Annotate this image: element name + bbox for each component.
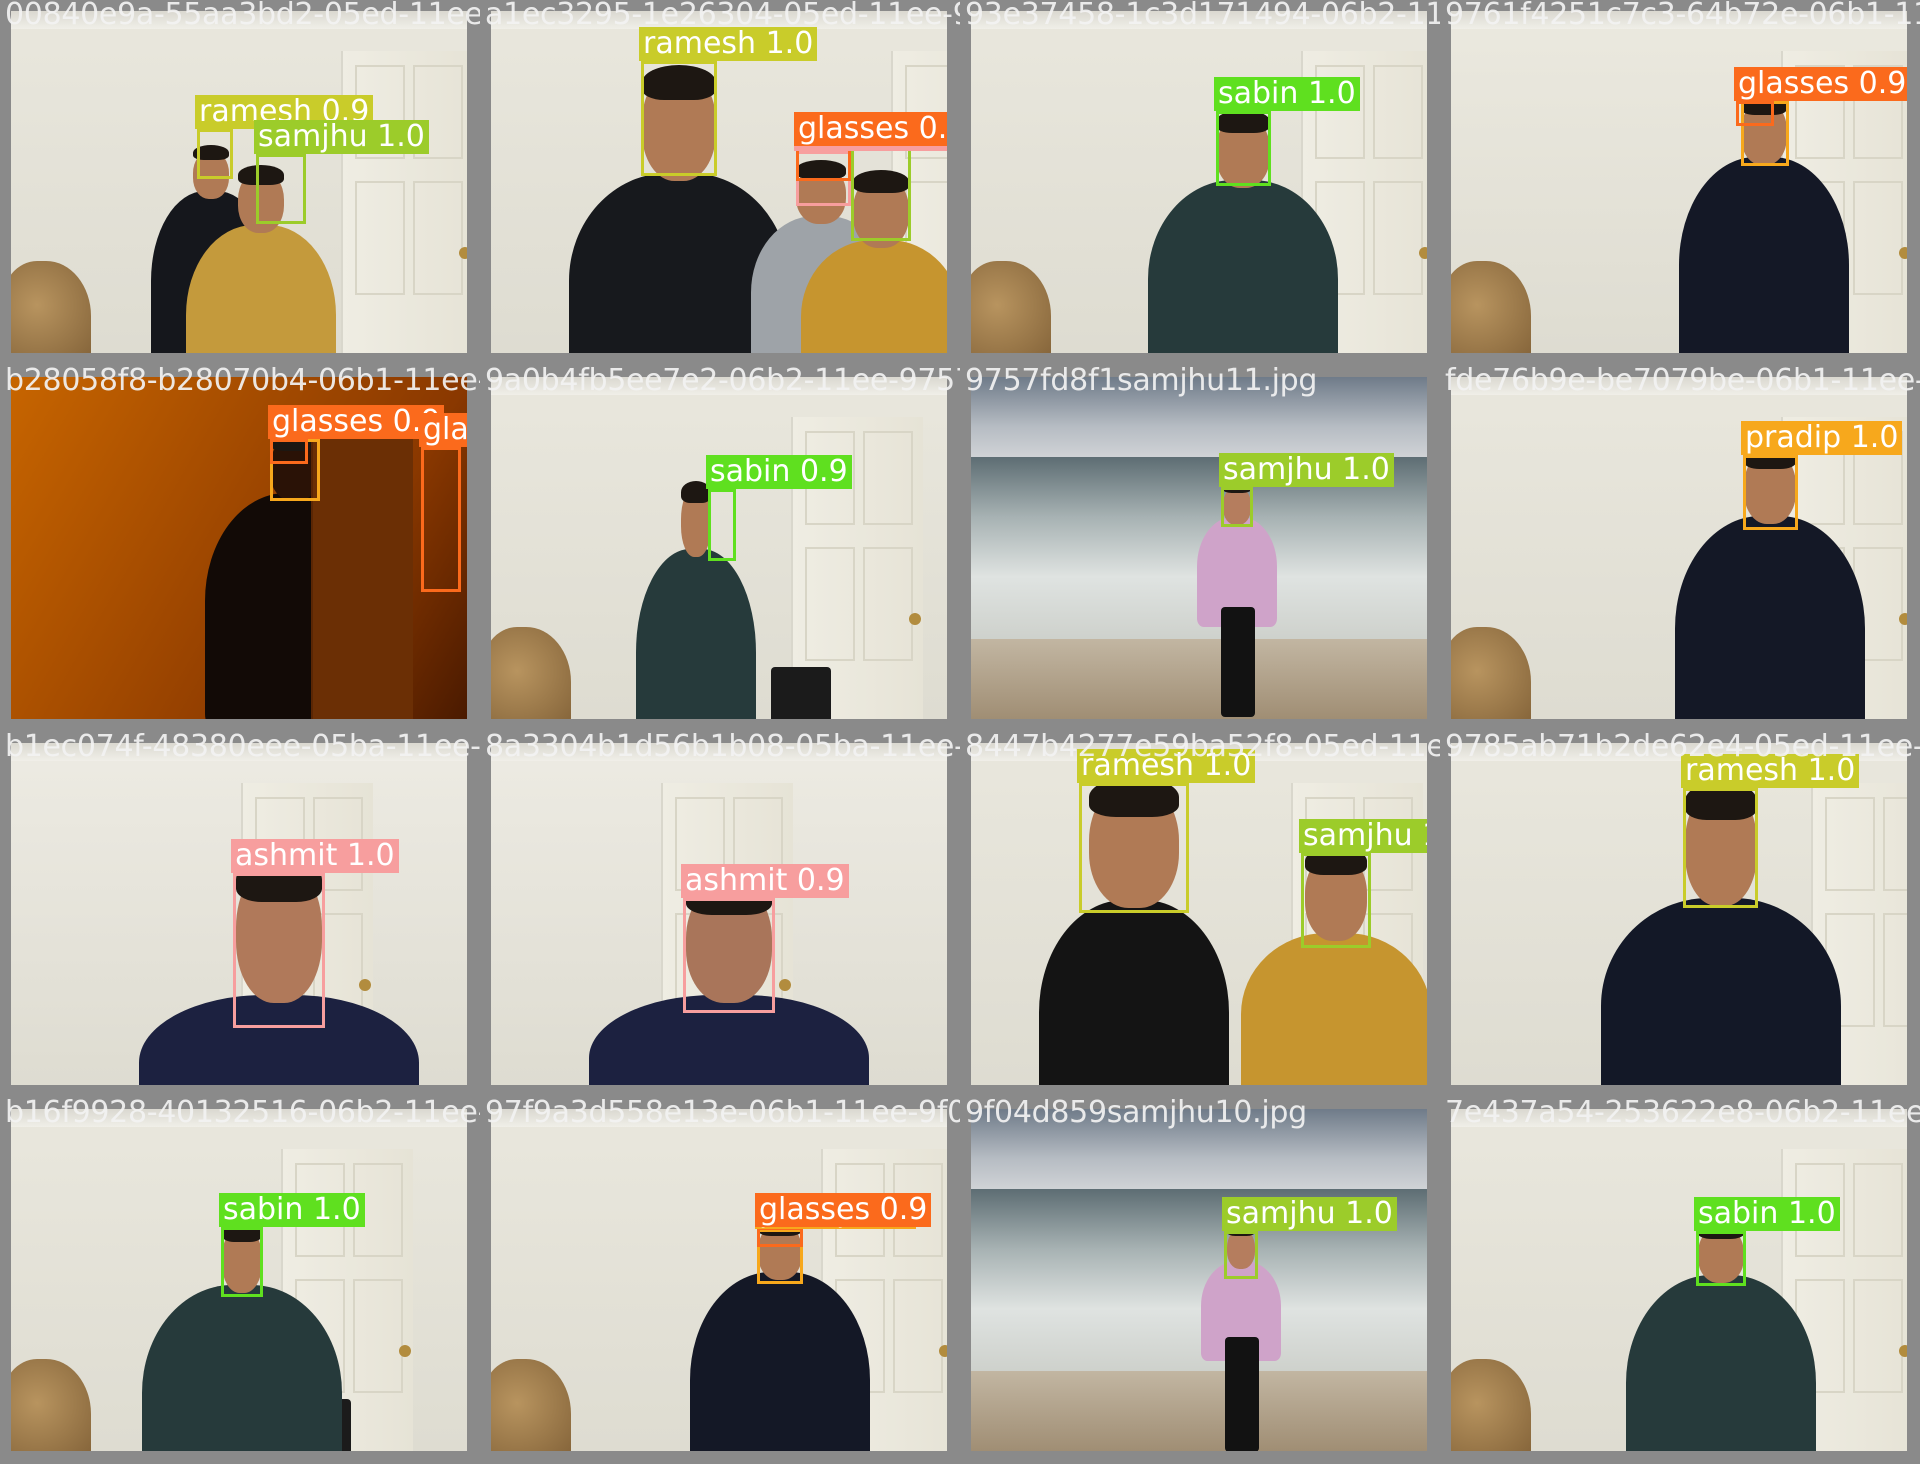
detection-label: glasses 0.9 [755,1193,932,1227]
detection-box-glasses [270,439,308,464]
photo: ramesh 1.0 samjhu 1.0 [971,743,1427,1085]
detection-box-glasses [421,447,461,592]
photo: ramesh 1.0 [1451,743,1907,1085]
detection-label: sabin 0.9 [706,455,852,489]
detection-box-ramesh [197,129,233,179]
image-tile: samjhu 1.0 9757fd8f1samjhu11.jpg [960,366,1440,732]
image-tile: sabin 0.99a0b4fb5ee7e2-06b2-11ee-9757fd8… [480,366,960,732]
detection-box-sabin [1216,111,1271,186]
image-tile: ramesh 1.0samjhu 1.08447b4277e59ba52f8-0… [960,732,1440,1098]
photo: sabin 0.9 [491,377,947,719]
image-tile: pradip 1.0glasses 0.997f9a3d558e13e-06b1… [480,1098,960,1464]
detection-box-glasses [796,146,851,181]
detection-box-samjhu [1224,1231,1258,1279]
image-tile: ashmit 1.0b1ec074f-48380eee-05ba-11ee-8a… [0,732,480,1098]
image-tile: pradip 1.0glasses 0.9glasses 0.9b28058f8… [0,366,480,732]
photo: pradip 1.0glasses 0.9glasses 0.9 [11,377,467,719]
detection-label: ramesh 1.0 [639,27,818,61]
detection-box-ramesh [641,61,717,176]
detection-label: sabin 1.0 [219,1193,365,1227]
detection-box-pradip [1743,455,1798,530]
image-tile: ramesh 1.0 9785ab71b2de62e4-05ed-11ee-9 [1440,732,1920,1098]
detection-label: glasses 0.9 [419,413,467,447]
photo: sabin 1.0 [971,11,1427,353]
detection-box-glasses [1736,101,1774,126]
image-tile: ramesh 1.0samjhu 1.0ashmit 0.9glasses 0.… [480,0,960,366]
detection-label: samjhu 1.0 [1222,1197,1397,1231]
detection-box-sabin [1696,1231,1746,1286]
detection-box-ramesh [1079,783,1189,913]
image-tile: sabin 1.0b16f9928-40132516-06b2-11ee-97f… [0,1098,480,1464]
detection-box-samjhu [1301,853,1371,948]
detection-grid: ramesh 0.9 samjhu 1.0 00840e9a-55aa3bd2-05… [0,0,1920,1464]
detection-label: ashmit 1.0 [231,839,399,873]
photo: ramesh 0.9 samjhu 1.0 [11,11,467,353]
detection-box-samjhu [851,146,911,241]
photo: sabin 1.0 [1451,1109,1907,1451]
detection-box-samjhu [256,154,306,224]
image-tile: sabin 1.093e37458-1c3d171494-06b2-11ee-9… [960,0,1440,366]
detection-label: sabin 1.0 [1694,1197,1840,1231]
detection-box-samjhu [1221,487,1253,527]
photo: pradip 1.0glasses 0.9 [491,1109,947,1451]
detection-box-sabin [221,1227,263,1297]
detection-label: glasses 0.9 [794,112,947,146]
image-tile: samjhu 1.0 9f04d859samjhu10.jpg [960,1098,1440,1464]
image-tile: ashmit 0.98a3304b1d56b1b08-05ba-11ee-844… [480,732,960,1098]
detection-box-ramesh [1683,788,1758,908]
photo: pradip 1.0glasses 0.9 [1451,11,1907,353]
detection-label: pradip 1.0 [1741,421,1903,455]
photo: ashmit 0.9 [491,743,947,1085]
photo: samjhu 1.0 [971,377,1427,719]
detection-label: ramesh 1.0 [1681,754,1860,788]
photo: ramesh 1.0samjhu 1.0ashmit 0.9glasses 0.… [491,11,947,353]
detection-label: sabin 1.0 [1214,77,1360,111]
detection-box-ashmit [233,873,325,1028]
photo: pradip 1.0 [1451,377,1907,719]
image-tile: pradip 1.0 fde76b9e-be7079be-06b1-11ee-9 [1440,366,1920,732]
detection-label: samjhu 1.0 [1299,819,1427,853]
detection-label: ashmit 0.9 [681,864,849,898]
photo: sabin 1.0 [11,1109,467,1451]
photo: samjhu 1.0 [971,1109,1427,1451]
detection-label: samjhu 1.0 [1219,453,1394,487]
detection-label: ramesh 1.0 [1077,749,1256,783]
detection-box-ashmit [683,898,775,1013]
image-tile: pradip 1.0glasses 0.99761f4251c7c3-64b72… [1440,0,1920,366]
image-tile: sabin 1.0 7e437a54-253622e8-06b2-11ee- [1440,1098,1920,1464]
image-tile: ramesh 0.9 samjhu 1.0 00840e9a-55aa3bd2-05… [0,0,480,366]
detection-label: glasses 0.9 [268,405,445,439]
detection-box-glasses [757,1227,803,1247]
photo: ashmit 1.0 [11,743,467,1085]
detection-label: samjhu 1.0 [254,120,429,154]
detection-label: glasses 0.9 [1734,67,1907,101]
detection-box-sabin [708,489,736,561]
